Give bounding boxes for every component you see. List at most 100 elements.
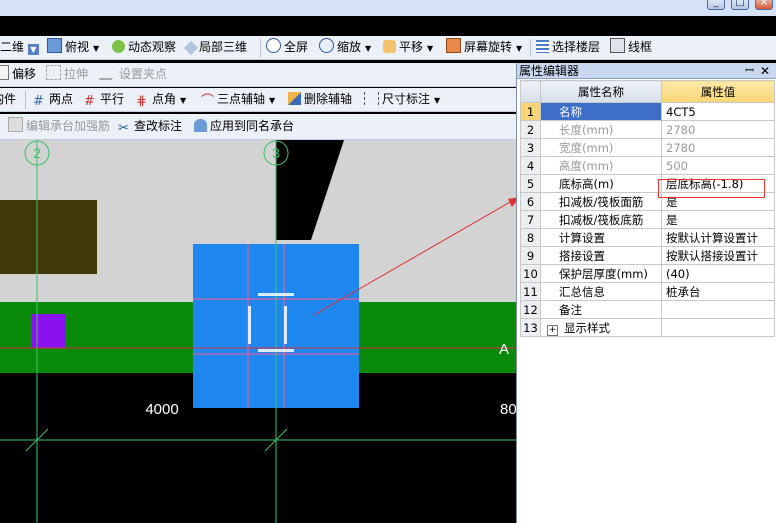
offset-button[interactable]: 偏移 bbox=[0, 63, 36, 85]
property-value[interactable]: (40) bbox=[661, 264, 775, 283]
box-3d-icon bbox=[183, 40, 199, 56]
property-value[interactable]: 2780 bbox=[661, 138, 775, 157]
select-floor-button[interactable]: 选择楼层 bbox=[536, 36, 600, 58]
property-name: 长度(mm) bbox=[540, 120, 662, 139]
property-value[interactable]: 2780 bbox=[661, 120, 775, 139]
rotate-icon bbox=[446, 38, 461, 53]
column-header-value: 属性值 bbox=[661, 80, 775, 103]
property-row[interactable]: 7 扣减板/筏板底筋 是 bbox=[520, 210, 775, 229]
property-row[interactable]: 9 搭接设置 按默认搭接设置计 bbox=[520, 246, 775, 265]
row-number: 12 bbox=[520, 300, 541, 319]
property-value[interactable]: 500 bbox=[661, 156, 775, 175]
dimension-label-partial: 80 bbox=[500, 401, 516, 418]
expand-icon[interactable]: + bbox=[547, 324, 558, 336]
point-angle-button[interactable]: ⋕ 点角 ▼ bbox=[136, 88, 186, 110]
edit-rebar-button[interactable]: 编辑承台加强筋 bbox=[8, 115, 110, 137]
pan-button[interactable]: 平移 ▼ bbox=[383, 36, 433, 58]
property-table: 属性名称 属性值 1 名称 4CT5 2 长度(mm) 2780 3 宽度(mm… bbox=[520, 80, 775, 337]
olive-block bbox=[0, 200, 97, 274]
dynamic-view-label: 动态观察 bbox=[128, 40, 177, 54]
eraser-icon bbox=[288, 92, 301, 105]
three-point-axis-button[interactable]: ⌒ 三点辅轴 ▼ bbox=[201, 88, 275, 110]
property-name-expandable[interactable]: + 显示样式 bbox=[540, 318, 662, 337]
grid-axis-icon: # bbox=[33, 94, 44, 109]
stretch-button[interactable]: 拉伸 bbox=[46, 63, 88, 85]
property-value[interactable]: 按默认计算设置计 bbox=[661, 228, 775, 247]
partial-3d-label: 局部三维 bbox=[199, 40, 248, 54]
delete-axis-button[interactable]: 删除辅轴 bbox=[288, 88, 352, 110]
property-value[interactable] bbox=[661, 300, 775, 319]
property-value[interactable]: 桩承台 bbox=[661, 282, 775, 301]
view-mode-select[interactable]: 二维 ▼ bbox=[0, 36, 39, 58]
property-value[interactable] bbox=[661, 318, 775, 337]
minimize-button[interactable]: _ bbox=[707, 0, 725, 10]
property-row[interactable]: 3 宽度(mm) 2780 bbox=[520, 138, 775, 157]
parallel-button[interactable]: # 平行 bbox=[84, 88, 124, 110]
dimension-label: 4000 bbox=[145, 401, 178, 418]
two-point-button[interactable]: # 两点 bbox=[33, 88, 73, 110]
cap-rebar-annotation bbox=[258, 349, 294, 352]
zoom-extents-icon bbox=[266, 38, 281, 53]
property-name: 扣减板/筏板面筋 bbox=[540, 192, 662, 211]
property-editor-title: 属性编辑器 bbox=[519, 64, 580, 78]
cube-icon bbox=[47, 38, 62, 53]
property-value[interactable]: 按默认搭接设置计 bbox=[661, 246, 775, 265]
row-number: 7 bbox=[520, 210, 541, 229]
chevron-down-icon: ▼ bbox=[180, 96, 187, 105]
zoom-label: 缩放 bbox=[337, 40, 362, 54]
set-grip-button[interactable]: 设置夹点 bbox=[98, 63, 168, 85]
property-row[interactable]: 8 计算设置 按默认计算设置计 bbox=[520, 228, 775, 247]
dimension-icon bbox=[364, 92, 379, 105]
screen-rotate-label: 屏幕旋转 bbox=[464, 40, 513, 54]
property-value[interactable]: 是 bbox=[661, 210, 775, 229]
screen-rotate-button[interactable]: 屏幕旋转 ▼ bbox=[446, 36, 522, 58]
close-icon[interactable]: ✕ bbox=[760, 63, 770, 79]
row-number: 1 bbox=[520, 102, 541, 121]
property-row[interactable]: 2 长度(mm) 2780 bbox=[520, 120, 775, 139]
axis-label-2: 2 bbox=[33, 145, 41, 161]
highlight-box bbox=[658, 179, 765, 198]
axis-label-3: 3 bbox=[272, 145, 280, 161]
magnifier-icon bbox=[319, 38, 334, 53]
arc-axis-icon: ⌒ bbox=[201, 94, 215, 109]
property-value[interactable]: 4CT5 bbox=[661, 102, 775, 121]
property-name: 搭接设置 bbox=[540, 246, 662, 265]
offset-label: 偏移 bbox=[12, 67, 37, 81]
maximize-button[interactable]: □ bbox=[731, 0, 749, 10]
property-row[interactable]: 4 高度(mm) 500 bbox=[520, 156, 775, 175]
row-number-header bbox=[520, 80, 541, 103]
set-grip-label: 设置夹点 bbox=[119, 67, 168, 81]
check-annotation-label: 查改标注 bbox=[134, 119, 183, 133]
zoom-button[interactable]: 缩放 ▼ bbox=[319, 36, 371, 58]
close-window-button[interactable]: × bbox=[755, 0, 773, 10]
row-number: 6 bbox=[520, 192, 541, 211]
check-annotation-button[interactable]: ✂ 查改标注 bbox=[118, 115, 182, 137]
parallel-label: 平行 bbox=[100, 92, 125, 106]
top-view-label: 俯视 bbox=[65, 40, 90, 54]
property-row[interactable]: 10 保护层厚度(mm) (40) bbox=[520, 264, 775, 283]
two-point-label: 两点 bbox=[49, 92, 74, 106]
top-view-button[interactable]: 俯视 ▼ bbox=[47, 36, 99, 58]
stretch-icon bbox=[46, 65, 61, 80]
cap-toolbar: 编辑承台加强筋 ✂ 查改标注 应用到同名承台 bbox=[0, 114, 516, 140]
fullscreen-button[interactable]: 全屏 bbox=[266, 36, 308, 58]
component-button[interactable]: 构件 bbox=[0, 88, 16, 110]
property-name: 高度(mm) bbox=[540, 156, 662, 175]
dynamic-view-button[interactable]: 动态观察 bbox=[112, 36, 176, 58]
property-row[interactable]: 1 名称 4CT5 bbox=[520, 102, 775, 121]
partial-3d-button[interactable]: 局部三维 bbox=[183, 36, 248, 58]
dimension-button[interactable]: 尺寸标注 ▼ bbox=[364, 88, 440, 110]
drawing-canvas[interactable]: 2 3 A 4000 80 bbox=[0, 140, 516, 523]
parallel-axis-icon: # bbox=[84, 94, 95, 109]
property-row[interactable]: 11 汇总信息 桩承台 bbox=[520, 282, 775, 301]
apply-same-name-button[interactable]: 应用到同名承台 bbox=[194, 115, 294, 137]
pin-icon[interactable]: ꟷ bbox=[745, 63, 754, 79]
property-row[interactable]: 13 + 显示样式 bbox=[520, 318, 775, 337]
scissors-icon: ✂ bbox=[118, 121, 129, 136]
property-name: 备注 bbox=[540, 300, 662, 319]
edit-rebar-label: 编辑承台加强筋 bbox=[26, 119, 111, 133]
three-point-axis-label: 三点辅轴 bbox=[217, 92, 266, 106]
wireframe-button[interactable]: 线框 bbox=[610, 36, 652, 58]
row-number: 8 bbox=[520, 228, 541, 247]
property-row[interactable]: 12 备注 bbox=[520, 300, 775, 319]
